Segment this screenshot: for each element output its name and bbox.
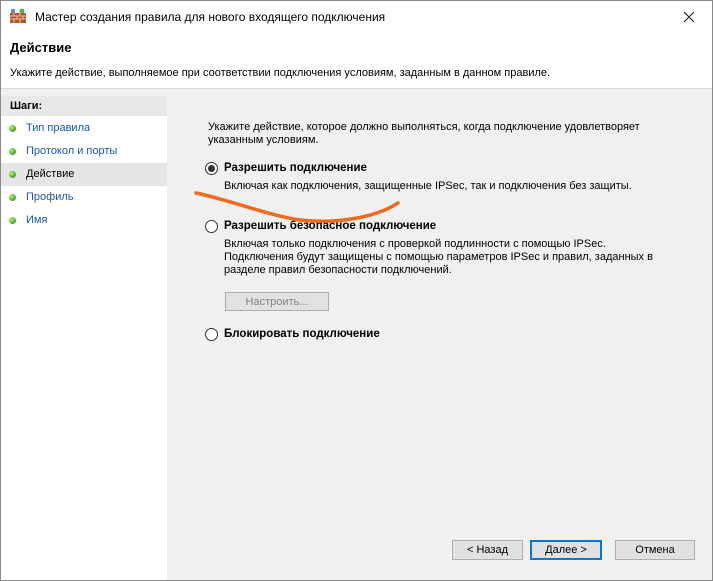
cancel-button[interactable]: Отмена xyxy=(615,540,695,560)
action-prompt: Укажите действие, которое должно выполня… xyxy=(208,121,640,146)
wizard-body: Шаги: Тип правила Протокол и порты Дейст… xyxy=(1,89,712,580)
step-rule-type[interactable]: Тип правила xyxy=(1,117,167,140)
back-button[interactable]: < Назад xyxy=(452,540,523,560)
step-action[interactable]: Действие xyxy=(1,163,167,186)
wizard-window: Мастер создания правила для нового входя… xyxy=(0,0,713,581)
page-header: Действие Укажите действие, выполняемое п… xyxy=(1,32,712,89)
firewall-icon xyxy=(10,8,26,23)
step-label: Действие xyxy=(26,168,75,180)
step-name[interactable]: Имя xyxy=(1,209,167,232)
allow-connection-description: Включая как подключения, защищенные IPSe… xyxy=(224,180,632,192)
step-status-icon xyxy=(9,217,16,224)
next-button[interactable]: Далее > xyxy=(530,540,602,560)
allow-secure-connection-label[interactable]: Разрешить безопасное подключение xyxy=(224,220,436,232)
step-label: Протокол и порты xyxy=(26,145,118,157)
close-icon xyxy=(683,11,695,22)
title-bar[interactable]: Мастер создания правила для нового входя… xyxy=(1,1,712,32)
steps-title: Шаги: xyxy=(1,96,167,117)
close-button[interactable] xyxy=(666,1,712,32)
step-status-icon xyxy=(9,148,16,155)
action-content: Укажите действие, которое должно выполня… xyxy=(168,89,712,580)
block-connection-radio[interactable] xyxy=(205,328,218,341)
block-connection-label[interactable]: Блокировать подключение xyxy=(224,328,380,340)
page-title: Действие xyxy=(10,40,72,55)
step-label: Имя xyxy=(26,214,48,226)
window-title: Мастер создания правила для нового входя… xyxy=(35,10,386,24)
step-status-icon xyxy=(9,194,16,201)
steps-panel: Шаги: Тип правила Протокол и порты Дейст… xyxy=(1,96,167,580)
step-profile[interactable]: Профиль xyxy=(1,186,167,209)
allow-connection-label[interactable]: Разрешить подключение xyxy=(224,162,367,174)
step-status-icon xyxy=(9,171,16,178)
step-label: Тип правила xyxy=(26,122,91,134)
step-status-icon xyxy=(9,125,16,132)
customize-button[interactable]: Настроить... xyxy=(225,292,329,311)
step-label: Профиль xyxy=(26,191,74,203)
allow-secure-connection-description: Включая только подключения с проверкой п… xyxy=(224,238,653,276)
page-description: Укажите действие, выполняемое при соотве… xyxy=(10,67,551,79)
allow-secure-connection-radio[interactable] xyxy=(205,220,218,233)
step-protocol-ports[interactable]: Протокол и порты xyxy=(1,140,167,163)
allow-connection-radio[interactable] xyxy=(205,162,218,175)
